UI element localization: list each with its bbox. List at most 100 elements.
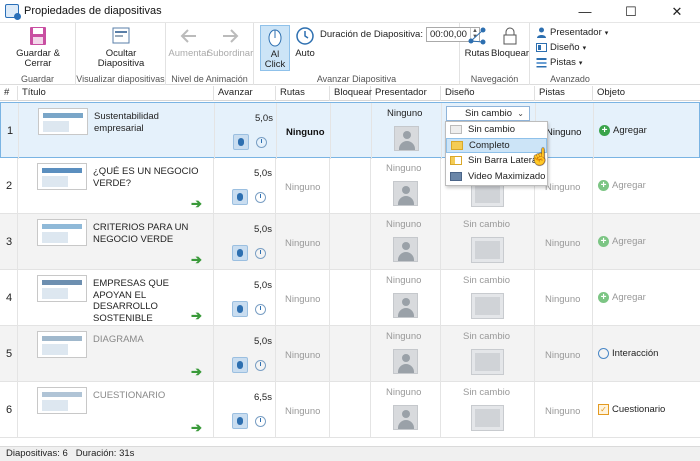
timer-icon[interactable] — [255, 303, 266, 315]
presenter-value[interactable]: Ninguno — [386, 331, 421, 342]
slide-row[interactable]: 1 Sustentabilidad empresarial 5,0s Ningu… — [0, 102, 700, 159]
diseno-menu[interactable]: Diseño ▾ — [536, 42, 586, 53]
advance-time[interactable]: 5,0s — [254, 336, 272, 347]
col-diseno[interactable]: Diseño — [441, 86, 535, 101]
tracks-value[interactable]: Ninguno — [545, 238, 580, 249]
rutas-value[interactable]: Ninguno — [285, 182, 320, 193]
col-rutas[interactable]: Rutas — [276, 86, 330, 101]
presenter-value[interactable]: Ninguno — [386, 163, 421, 174]
col-pistas[interactable]: Pistas — [535, 86, 593, 101]
presenter-avatar[interactable] — [393, 349, 418, 374]
slide-title[interactable]: DIAGRAMA — [93, 334, 203, 346]
bloquear-button[interactable]: Bloquear — [491, 25, 529, 59]
presenter-value[interactable]: Ninguno — [386, 387, 421, 398]
menu-item-video-maximizado[interactable]: Video Maximizado — [446, 169, 547, 185]
layout-value[interactable]: Sin cambio — [463, 219, 510, 230]
slide-thumbnail[interactable] — [37, 387, 87, 414]
green-arrow-icon[interactable]: ➔ — [191, 252, 202, 268]
on-click-icon[interactable] — [232, 357, 248, 373]
rutas-value[interactable]: Ninguno — [285, 238, 320, 249]
maximize-button[interactable]: ☐ — [608, 0, 654, 23]
tracks-value[interactable]: Ninguno — [545, 406, 580, 417]
object-cell[interactable]: Interacción — [598, 348, 658, 359]
green-arrow-icon[interactable]: ➔ — [191, 196, 202, 212]
col-num[interactable]: # — [0, 86, 18, 101]
rutas-button[interactable]: Rutas — [464, 25, 490, 59]
on-click-icon[interactable] — [233, 134, 249, 150]
layout-value[interactable]: Sin cambio — [463, 275, 510, 286]
presenter-value[interactable]: Ninguno — [386, 275, 421, 286]
on-click-icon[interactable] — [232, 189, 248, 205]
slide-thumbnail[interactable] — [37, 331, 87, 358]
rutas-value[interactable]: Ninguno — [286, 127, 325, 138]
ocultar-diapositiva-button[interactable]: Ocultar Diapositiva — [88, 25, 154, 69]
slide-title[interactable]: ¿QUÉ ES UN NEGOCIO VERDE? — [93, 166, 203, 189]
pistas-menu[interactable]: Pistas ▾ — [536, 57, 582, 68]
col-titulo[interactable]: Título — [18, 86, 214, 101]
diseno-select[interactable]: Sin cambio ⌄ — [446, 106, 530, 121]
slide-title[interactable]: Sustentabilidad empresarial — [94, 111, 204, 134]
advance-time[interactable]: 6,5s — [254, 392, 272, 403]
presenter-avatar[interactable] — [393, 405, 418, 430]
green-arrow-icon[interactable]: ➔ — [191, 364, 202, 380]
timer-icon[interactable] — [255, 415, 266, 427]
tracks-value[interactable]: Ninguno — [545, 350, 580, 361]
slide-thumbnail[interactable] — [37, 275, 87, 302]
layout-preview-icon[interactable] — [471, 349, 504, 375]
col-avanzar[interactable]: Avanzar — [214, 86, 276, 101]
col-objeto[interactable]: Objeto — [593, 86, 700, 101]
presentador-menu[interactable]: Presentador ▾ — [536, 27, 608, 38]
slide-title[interactable]: EMPRESAS QUE APOYAN EL DESARROLLO SOSTEN… — [93, 278, 203, 324]
presenter-value[interactable]: Ninguno — [387, 108, 422, 119]
guardar-cerrar-button[interactable]: Guardar & Cerrar — [5, 25, 71, 69]
presenter-avatar[interactable] — [394, 126, 419, 151]
presenter-value[interactable]: Ninguno — [386, 219, 421, 230]
layout-preview-icon[interactable] — [471, 293, 504, 319]
slide-title[interactable]: CRITERIOS PARA UN NEGOCIO VERDE — [93, 222, 203, 245]
advance-time[interactable]: 5,0s — [254, 168, 272, 179]
auto-button[interactable]: Auto — [292, 25, 318, 59]
aumentar-button[interactable]: Aumentar — [168, 25, 210, 59]
presenter-avatar[interactable] — [393, 293, 418, 318]
rutas-value[interactable]: Ninguno — [285, 406, 320, 417]
subordinar-button[interactable]: Subordinar — [207, 25, 253, 59]
timer-icon[interactable] — [255, 247, 266, 259]
rutas-value[interactable]: Ninguno — [285, 350, 320, 361]
object-cell[interactable]: ✓ Cuestionario — [598, 404, 665, 415]
object-cell[interactable]: + Agregar — [599, 125, 647, 136]
slide-row[interactable]: 2 ¿QUÉ ES UN NEGOCIO VERDE? ➔ 5,0s Ningu… — [0, 158, 700, 214]
slide-thumbnail[interactable] — [37, 163, 87, 190]
close-button[interactable]: ✕ — [654, 0, 700, 23]
object-cell[interactable]: + Agregar — [598, 292, 646, 303]
timer-icon[interactable] — [255, 359, 266, 371]
slide-row[interactable]: 6 CUESTIONARIO ➔ 6,5s Ninguno Ninguno Si… — [0, 382, 700, 438]
col-presentador[interactable]: Presentador — [371, 86, 441, 101]
green-arrow-icon[interactable]: ➔ — [191, 420, 202, 436]
col-bloquear[interactable]: Bloquear — [330, 86, 372, 101]
green-arrow-icon[interactable]: ➔ — [191, 308, 202, 324]
timer-icon[interactable] — [255, 191, 266, 203]
layout-value[interactable]: Sin cambio — [463, 387, 510, 398]
presenter-avatar[interactable] — [393, 237, 418, 262]
menu-item-sin-cambio[interactable]: Sin cambio — [446, 122, 547, 138]
advance-time[interactable]: 5,0s — [255, 113, 273, 124]
on-click-icon[interactable] — [232, 245, 248, 261]
tracks-value[interactable]: Ninguno — [545, 294, 580, 305]
rutas-value[interactable]: Ninguno — [285, 294, 320, 305]
slide-thumbnail[interactable] — [37, 219, 87, 246]
slide-row[interactable]: 5 DIAGRAMA ➔ 5,0s Ninguno Ninguno Sin ca… — [0, 326, 700, 382]
al-click-button[interactable]: Al Click — [260, 25, 290, 71]
advance-time[interactable]: 5,0s — [254, 224, 272, 235]
tracks-value[interactable]: Ninguno — [546, 127, 581, 138]
layout-value[interactable]: Sin cambio — [463, 331, 510, 342]
slide-thumbnail[interactable] — [38, 108, 88, 135]
layout-preview-icon[interactable] — [471, 237, 504, 263]
slide-row[interactable]: 3 CRITERIOS PARA UN NEGOCIO VERDE ➔ 5,0s… — [0, 214, 700, 270]
object-cell[interactable]: + Agregar — [598, 180, 646, 191]
minimize-button[interactable]: — — [562, 0, 608, 23]
tracks-value[interactable]: Ninguno — [545, 182, 580, 193]
timer-icon[interactable] — [256, 136, 267, 148]
advance-time[interactable]: 5,0s — [254, 280, 272, 291]
on-click-icon[interactable] — [232, 301, 248, 317]
on-click-icon[interactable] — [232, 413, 248, 429]
